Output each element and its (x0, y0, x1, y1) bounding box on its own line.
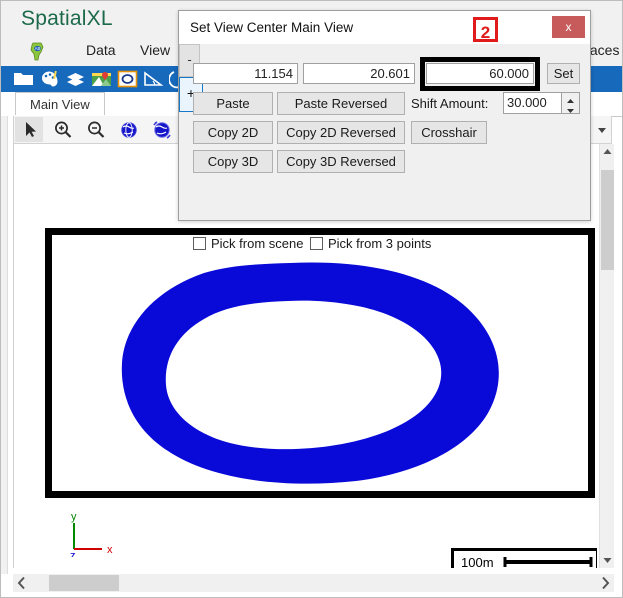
checkbox-box[interactable] (193, 237, 206, 250)
set-button[interactable]: Set (547, 63, 580, 84)
pick-from-scene-checkbox[interactable]: Pick from scene (193, 236, 303, 251)
scroll-down-icon[interactable] (600, 552, 615, 568)
paste-reversed-button[interactable]: Paste Reversed (277, 92, 405, 115)
globe-refresh-icon[interactable] (151, 119, 173, 141)
menu-item-data[interactable]: Data (86, 42, 116, 58)
scroll-up-icon[interactable] (600, 144, 615, 160)
tab-main-view[interactable]: Main View (15, 92, 105, 115)
map-pin-icon[interactable] (91, 69, 112, 89)
africa-logo-icon: AB (27, 41, 49, 63)
palette-icon[interactable] (39, 69, 60, 89)
shift-amount-stepper[interactable] (561, 92, 580, 114)
checkbox-box[interactable] (310, 237, 323, 250)
shift-amount-label: Shift Amount: (411, 96, 489, 111)
svg-text:x: x (107, 544, 113, 556)
select-arrow-icon[interactable] (19, 119, 41, 141)
copy-3d-button[interactable]: Copy 3D (193, 150, 273, 173)
axis-orientation-indicator: y x z (62, 509, 122, 562)
scale-bar: 100m (451, 548, 597, 568)
copy-2d-reversed-button[interactable]: Copy 2D Reversed (277, 121, 405, 144)
svg-text:z: z (70, 550, 76, 557)
close-button[interactable]: x (552, 16, 585, 38)
measure-angle-icon[interactable] (143, 69, 164, 89)
app-title: SpatialXL (21, 7, 113, 30)
svg-text:y: y (71, 511, 77, 523)
zoom-out-icon[interactable] (85, 119, 107, 141)
boundary-icon[interactable] (117, 69, 138, 89)
annotation-badge-2: 2 (473, 17, 498, 42)
set-view-center-dialog: Set View Center Main View 2 x 11.154 20.… (178, 10, 591, 251)
open-folder-icon[interactable] (13, 69, 34, 89)
pick-from-3-points-label: Pick from 3 points (328, 236, 432, 251)
surface-ring-shape (121, 262, 499, 484)
dialog-titlebar: Set View Center Main View 2 x (179, 11, 590, 44)
horizontal-scrollbar[interactable] (13, 574, 614, 592)
left-gutter-inner (7, 116, 13, 574)
shift-amount-input[interactable]: 30.000 (503, 92, 561, 114)
scroll-left-icon[interactable] (13, 574, 31, 592)
plot-frame (45, 228, 595, 498)
copy-3d-reversed-button[interactable]: Copy 3D Reversed (277, 150, 405, 173)
vertical-scrollbar[interactable] (599, 144, 614, 568)
crosshair-button[interactable]: Crosshair (411, 121, 487, 144)
globe-icon[interactable] (118, 119, 140, 141)
vertical-scrollbar-thumb[interactable] (601, 170, 614, 270)
stepper-down-icon[interactable] (562, 103, 579, 113)
dialog-title: Set View Center Main View (190, 20, 354, 35)
svg-text:AB: AB (35, 46, 41, 51)
scroll-right-icon[interactable] (596, 574, 614, 592)
z-coordinate-input[interactable]: 60.000 (426, 63, 534, 84)
x-coordinate-input[interactable]: 11.154 (193, 63, 298, 84)
application-window: SpatialXL AB Data View faces Main View y… (0, 0, 623, 598)
pick-from-3-points-checkbox[interactable]: Pick from 3 points (310, 236, 431, 251)
copy-2d-button[interactable]: Copy 2D (193, 121, 273, 144)
scale-bar-label: 100m (461, 555, 494, 568)
layers-icon[interactable] (65, 69, 86, 89)
scale-bar-ruler (503, 557, 593, 567)
y-coordinate-input[interactable]: 20.601 (303, 63, 415, 84)
horizontal-scrollbar-thumb[interactable] (49, 575, 119, 591)
menu-item-surfaces[interactable]: faces (586, 42, 619, 58)
chevron-down-icon[interactable] (595, 123, 609, 137)
zoom-in-icon[interactable] (52, 119, 74, 141)
stepper-up-icon[interactable] (562, 93, 579, 103)
menu-item-view[interactable]: View (140, 42, 170, 58)
pick-from-scene-label: Pick from scene (211, 236, 304, 251)
paste-button[interactable]: Paste (193, 92, 273, 115)
dialog-body: 11.154 20.601 60.000 Set Paste Paste Rev… (179, 44, 590, 251)
